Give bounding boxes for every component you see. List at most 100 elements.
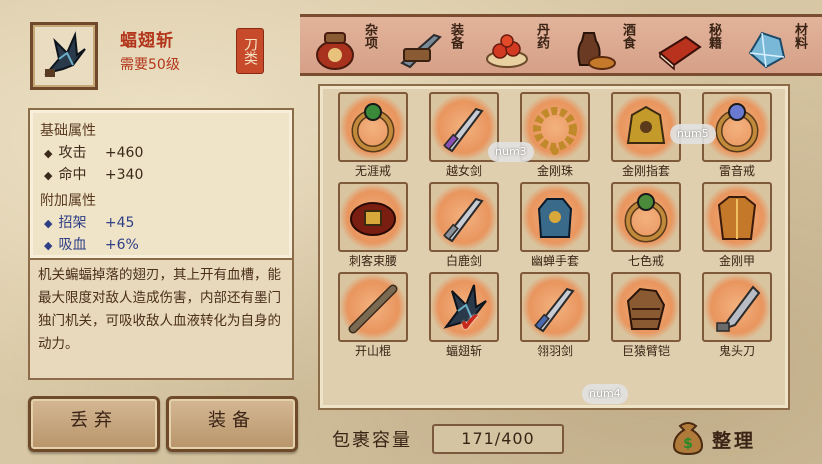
jar-icon xyxy=(316,32,354,70)
stat-accuracy: ◆ 命中 +340 xyxy=(44,164,143,184)
item-name: 越女剑 xyxy=(445,164,482,178)
inventory-slot[interactable]: 无涯戒 xyxy=(338,92,408,178)
stat-parry: ◆ 招架 +45 xyxy=(44,212,134,232)
inventory-slot[interactable]: 巨猿臂铠 xyxy=(611,272,681,358)
diamond-icon: ◆ xyxy=(44,217,53,230)
pill-icon xyxy=(486,34,528,68)
item-slot-frame[interactable] xyxy=(520,272,590,342)
svg-text:$: $ xyxy=(683,436,693,452)
attribute-panel: 基础属性 ◆ 攻击 +460 ◆ 命中 +340 附加属性 ◆ 招架 +45 ◆… xyxy=(28,108,294,260)
base-attributes-title: 基础属性 xyxy=(40,123,96,139)
inventory-slot[interactable]: 金刚珠 xyxy=(520,92,590,178)
item-type-seal: 刀类 xyxy=(236,28,264,74)
item-slot-frame[interactable] xyxy=(338,182,408,252)
inventory-slot[interactable]: 鬼头刀 xyxy=(702,272,772,358)
stat-name: 攻击 xyxy=(58,145,87,161)
capacity-value: 171/400 xyxy=(432,424,564,454)
extra-attributes-title: 附加属性 xyxy=(40,193,96,209)
sword-icon xyxy=(443,197,484,243)
ring-icon xyxy=(351,103,395,153)
item-name: 金刚甲 xyxy=(718,254,755,268)
item-name: 开山棍 xyxy=(354,344,391,358)
tab-wine-food[interactable]: 酒食 xyxy=(566,21,652,75)
weapon-icon xyxy=(400,33,442,69)
book-icon xyxy=(658,35,702,71)
item-slot-frame[interactable] xyxy=(338,92,408,162)
diamond-icon: ◆ xyxy=(44,147,53,160)
stat-value: +45 xyxy=(104,215,135,231)
capacity-label: 包裹容量 xyxy=(332,430,412,451)
inventory-slot[interactable]: 翎羽剑 xyxy=(520,272,590,358)
item-slot-frame[interactable] xyxy=(520,182,590,252)
inventory-slot[interactable]: 白鹿剑 xyxy=(429,182,499,268)
selected-item-thumbnail xyxy=(30,22,98,90)
item-name: 白鹿剑 xyxy=(445,254,482,268)
glove-icon xyxy=(537,198,573,238)
tab-misc[interactable]: 杂项 xyxy=(308,21,394,75)
stat-value: +6% xyxy=(104,237,139,253)
sort-label: 整理 xyxy=(712,430,757,452)
item-name: 七色戒 xyxy=(627,254,664,268)
ring-icon xyxy=(715,103,759,153)
item-slot-frame[interactable] xyxy=(702,182,772,252)
item-description: 机关蝙蝠掉落的翅刃，其上开有血槽，能最大限度对敌人造成伤害，内部还有墨门独门机关… xyxy=(38,267,281,352)
crystal-icon xyxy=(748,31,786,69)
inventory-slot[interactable]: 越女剑 xyxy=(429,92,499,178)
stat-name: 招架 xyxy=(58,215,87,231)
ring-icon xyxy=(624,193,668,243)
money-bag-icon: $ xyxy=(672,422,704,456)
item-name: 金刚珠 xyxy=(536,164,573,178)
stat-value: +340 xyxy=(104,167,144,183)
inventory-slot[interactable]: 蝠翅斩 ✔ xyxy=(429,272,499,358)
selected-check-icon: ✔ xyxy=(459,308,481,338)
diamond-icon: ◆ xyxy=(44,169,53,182)
tab-label: 秘籍 xyxy=(706,23,721,49)
overlay-badge: num5 xyxy=(670,124,716,144)
item-slot-frame[interactable] xyxy=(611,92,681,162)
tab-pills[interactable]: 丹药 xyxy=(480,21,566,75)
stat-name: 命中 xyxy=(58,167,87,183)
item-name: 翎羽剑 xyxy=(536,344,573,358)
tab-label: 丹药 xyxy=(534,23,549,49)
armor-icon xyxy=(717,196,757,240)
finger-guard-icon xyxy=(626,105,666,144)
item-slot-frame[interactable] xyxy=(611,272,681,342)
overlay-badge: num3 xyxy=(488,142,534,162)
item-name: 无涯戒 xyxy=(354,164,391,178)
tab-materials[interactable]: 材料 xyxy=(738,21,822,75)
level-requirement: 需要50级 xyxy=(120,57,180,73)
staff-icon xyxy=(348,284,398,334)
item-slot-frame[interactable] xyxy=(338,272,408,342)
sort-button[interactable]: $ 整理 xyxy=(668,416,778,458)
equip-button[interactable]: 装备 xyxy=(166,396,298,452)
item-name: 刺客束腰 xyxy=(348,254,397,268)
inventory-slot[interactable]: 幽蝉手套 xyxy=(520,182,590,268)
item-name: 金刚指套 xyxy=(621,164,670,178)
bat-blade-icon xyxy=(44,31,86,77)
item-slot-frame[interactable] xyxy=(611,182,681,252)
discard-button[interactable]: 丢弃 xyxy=(28,396,160,452)
beads-icon xyxy=(533,107,577,155)
item-name: 雷音戒 xyxy=(718,164,755,178)
item-name: 幽蝉手套 xyxy=(530,254,579,268)
inventory-slot[interactable]: 开山棍 xyxy=(338,272,408,358)
tab-equipment[interactable]: 装备 xyxy=(394,21,480,75)
gauntlet-icon xyxy=(626,287,666,330)
item-name: 巨猿臂铠 xyxy=(621,344,670,358)
overlay-badge: num4 xyxy=(582,384,628,404)
inventory-slot[interactable]: 金刚甲 xyxy=(702,182,772,268)
item-slot-frame[interactable] xyxy=(702,272,772,342)
item-slot-frame[interactable] xyxy=(429,182,499,252)
inventory-slot[interactable]: 刺客束腰 xyxy=(338,182,408,268)
item-name: 蝠翅斩 xyxy=(445,344,482,358)
inventory-slot[interactable]: 七色戒 xyxy=(611,182,681,268)
description-panel: 机关蝙蝠掉落的翅刃，其上开有血槽，能最大限度对敌人造成伤害，内部还有墨门独门机关… xyxy=(28,258,294,380)
tab-manuals[interactable]: 秘籍 xyxy=(652,21,738,75)
stat-lifesteal: ◆ 吸血 +6% xyxy=(44,234,139,254)
tab-label: 材料 xyxy=(792,23,807,49)
broadsword-icon xyxy=(716,285,761,332)
wine-food-icon xyxy=(577,32,616,70)
inventory-grid: 无涯戒 越女剑 金刚珠 金刚指套 雷音戒刺客束腰 白鹿剑 幽蝉手套 七色戒 金刚甲开山棍 蝠翅斩 ✔… xyxy=(318,84,790,410)
item-name: 鬼头刀 xyxy=(718,344,755,358)
stat-attack: ◆ 攻击 +460 xyxy=(44,142,143,162)
